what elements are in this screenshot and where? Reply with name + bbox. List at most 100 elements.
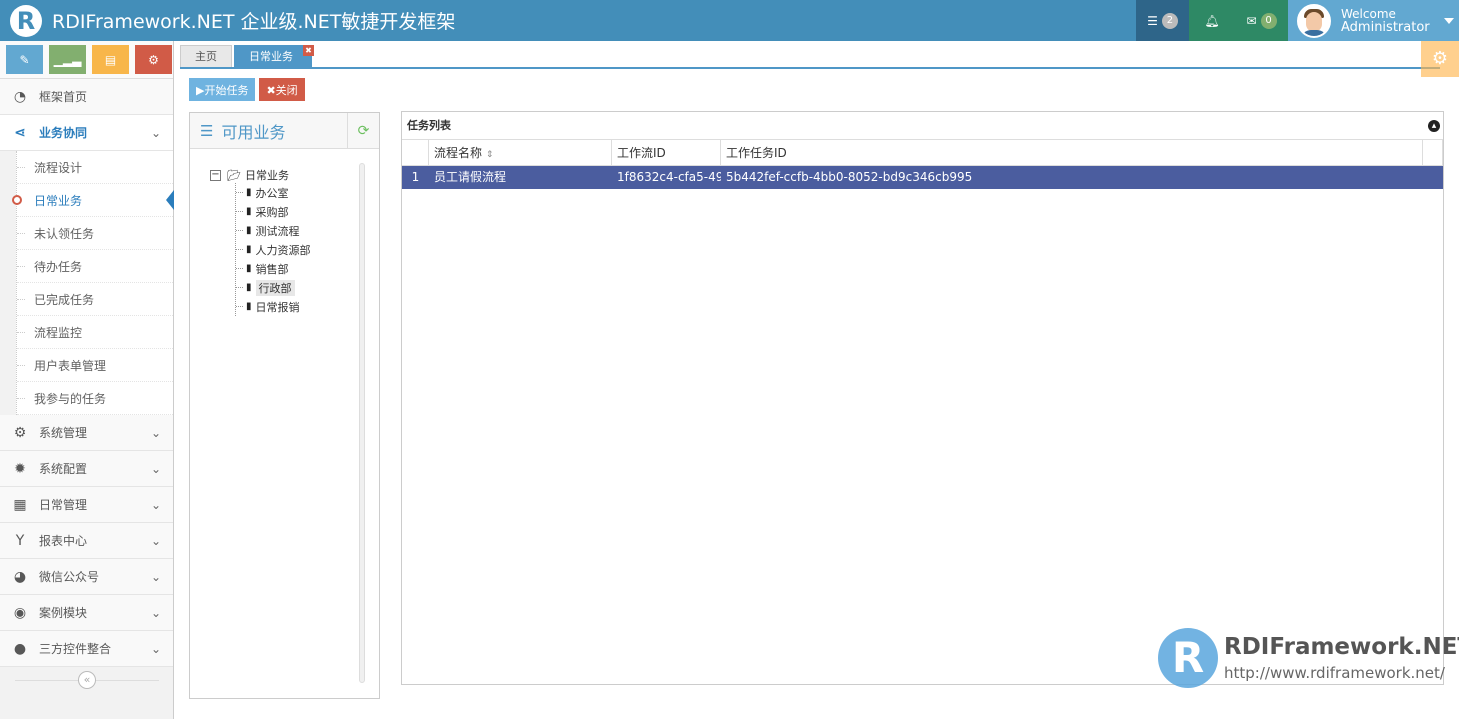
active-dot-icon [12,195,22,205]
grid-caption-label: 任务列表 [407,119,451,132]
sidebar-item-label: 微信公众号 [39,570,100,584]
submenu-item-unclaimed-tasks[interactable]: 未认领任务 [17,217,173,250]
chevron-down-icon: ⌄ [150,462,161,476]
row-number: 1 [411,170,420,184]
sidebar-item-system-admin[interactable]: ⚙ 系统管理 ⌄ [0,415,173,451]
sidebar-item-home[interactable]: ◔ 框架首页 [0,79,173,115]
chevron-down-icon: ⌄ [150,498,161,512]
user-name: Administrator [1341,19,1430,35]
row-number-header [402,140,429,166]
grid-caption: 任务列表 ▴ [402,112,1443,140]
tree-node-selected[interactable]: ▮ 行政部 [236,278,311,297]
tree-node[interactable]: ▮ 销售部 [236,259,311,278]
chevron-down-icon: ⌄ [150,570,161,584]
sidebar-item-reports[interactable]: Y 报表中心 ⌄ [0,523,173,559]
messages-nav-button[interactable]: ✉ 0 [1235,0,1288,41]
sidebar-item-label: 系统配置 [39,462,88,476]
sidebar-item-system-config[interactable]: ✹ 系统配置 ⌄ [0,451,173,487]
chevron-down-icon: ⌄ [150,126,161,140]
dashboard-icon: ◔ [13,88,27,105]
sidebar-item-business[interactable]: ⋖ 业务协同 ⌄ [0,115,173,151]
tasks-nav-button[interactable]: ☰ 2 [1136,0,1189,41]
shortcut-pencil-button[interactable]: ✎ [6,45,43,74]
column-header-task-id[interactable]: 工作任务ID [721,140,1423,166]
user-welcome: Welcome [1341,6,1396,21]
minus-icon[interactable]: − [210,169,221,181]
sidebar-collapse-button[interactable]: « [0,668,174,692]
tree-node[interactable]: ▮ 测试流程 [236,221,311,240]
notifications-nav-button[interactable]: 🔔︎ [1189,0,1235,41]
shortcuts-bar: ✎ ▁▂▃ ▤ ⚙ [0,41,173,79]
tree-node[interactable]: ▮ 采购部 [236,202,311,221]
watermark: R RDIFramework.NET http://www.rdiframewo… [1158,628,1459,688]
collapse-circle-icon[interactable]: ▴ [1428,120,1440,132]
close-button[interactable]: ✖关闭 [259,78,305,101]
column-header-flow-name[interactable]: 流程名称 ⇕ [429,140,612,166]
tab-bar: 主页 日常业务 ✖ [180,45,314,67]
sort-icon: ⇕ [485,150,494,160]
tree-root-node[interactable]: − 📂︎ 日常业务 [210,167,311,183]
tab-home[interactable]: 主页 [180,45,232,67]
sidebar-item-label: 日常管理 [39,498,88,512]
watermark-title: RDIFramework.NET [1224,634,1459,660]
sidebar-item-daily-admin[interactable]: ▦ 日常管理 ⌄ [0,487,173,523]
file-icon: ▮ [246,282,252,293]
sidebar-item-third-party[interactable]: ● 三方控件整合 ⌄ [0,631,173,667]
brand[interactable]: R RDIFramework.NET 企业级.NET敏捷开发框架 [10,4,455,37]
watermark-logo: R [1158,628,1218,688]
file-icon: ▮ [246,244,252,255]
sidebar: ✎ ▁▂▃ ▤ ⚙ ◔ 框架首页 ⋖ 业务协同 ⌄ 流程设计 日常业务 未认领任… [0,41,174,719]
sidebar-item-cases[interactable]: ◉ 案例模块 ⌄ [0,595,173,631]
panel-header: ☰ 可用业务 ⟳ [190,113,379,149]
cell-task-id: 5b442fef-ccfb-4bb0-8052-bd9c346cb995 [726,170,973,184]
tree-scrollbar[interactable] [359,163,365,683]
submenu-item-daily-business[interactable]: 日常业务 [12,184,174,217]
submenu-item-todo-tasks[interactable]: 待办任务 [17,250,173,283]
shortcut-book-button[interactable]: ▤ [92,45,129,74]
tree-node[interactable]: ▮ 人力资源部 [236,240,311,259]
signal-icon: ▁▂▃ [53,52,82,67]
start-task-button[interactable]: ▶开始任务 [189,78,256,101]
chevron-down-icon: ⌄ [150,426,161,440]
tasks-badge: 2 [1161,12,1178,29]
file-icon: ▮ [246,225,252,236]
file-icon: ▮ [246,263,252,274]
refresh-icon[interactable]: ⟳ [347,113,379,149]
user-menu-button[interactable]: Welcome Administrator [1288,0,1459,41]
calendar-icon: ▦ [13,496,27,513]
active-arrow-icon [166,190,174,210]
sidebar-item-label: 案例模块 [39,606,88,620]
submenu-item-my-tasks[interactable]: 我参与的任务 [17,382,173,415]
tab-underline [180,67,1440,69]
envelope-icon: ✉ [1246,13,1257,28]
shortcut-cogs-button[interactable]: ⚙ [135,45,172,74]
tab-daily-business[interactable]: 日常业务 ✖ [234,45,314,67]
pencil-icon: ✎ [19,52,30,67]
share-icon: ⋖ [14,124,26,141]
gear-icon: ⚙ [1431,48,1449,69]
submenu-item-completed-tasks[interactable]: 已完成任务 [17,283,173,316]
top-navbar: R RDIFramework.NET 企业级.NET敏捷开发框架 ☰ 2 🔔︎ … [0,0,1459,41]
wechat-icon: ◕ [13,568,27,585]
table-row[interactable]: 1 员工请假流程 1f8632c4-cfa5-494 5b442fef-ccfb… [402,166,1443,189]
sidebar-item-wechat[interactable]: ◕ 微信公众号 ⌄ [0,559,173,595]
tab-label: 日常业务 [249,50,293,63]
close-icon[interactable]: ✖ [303,45,314,56]
shortcut-signal-button[interactable]: ▁▂▃ [49,45,86,74]
messages-badge: 0 [1260,12,1277,29]
submenu-item-flow-design[interactable]: 流程设计 [17,151,173,184]
file-icon: ▮ [246,187,252,198]
submenu-item-flow-monitor[interactable]: 流程监控 [17,316,173,349]
folder-open-icon: 📂︎ [227,168,241,182]
column-header-workflow-id[interactable]: 工作流ID [612,140,721,166]
tree-children: ▮ 办公室 ▮ 采购部 ▮ 测试流程 ▮ 人力资源部 ▮ 销售部 ▮ 行政部 ▮ 日常报销 [235,183,311,316]
file-icon: ▮ [246,206,252,217]
brand-logo: R [10,4,42,37]
sidebar-item-label: 报表中心 [39,534,88,548]
business-submenu: 流程设计 日常业务 未认领任务 待办任务 已完成任务 流程监控 用户表单管理 我… [12,151,174,415]
tree-node[interactable]: ▮ 日常报销 [236,297,311,316]
globe-icon: ● [13,640,27,657]
settings-gear-button[interactable]: ⚙ [1421,41,1459,77]
submenu-item-user-forms[interactable]: 用户表单管理 [17,349,173,382]
tree-node[interactable]: ▮ 办公室 [236,183,311,202]
